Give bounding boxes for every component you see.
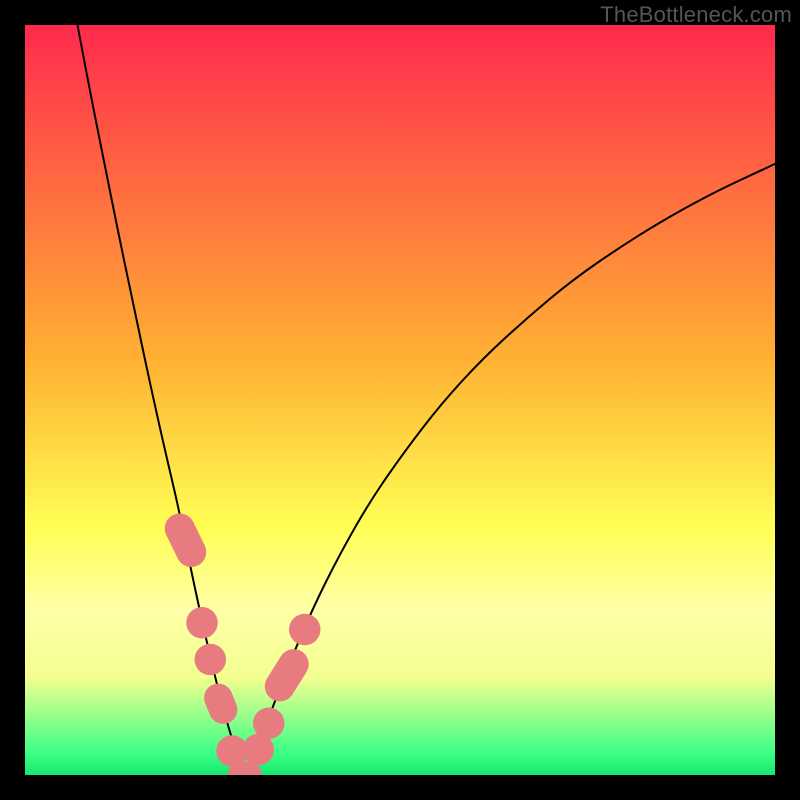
marker-dot bbox=[186, 607, 218, 639]
bottleneck-chart bbox=[25, 25, 775, 775]
marker-dot bbox=[195, 644, 227, 676]
marker-dot bbox=[253, 708, 285, 740]
gradient-background bbox=[25, 25, 775, 775]
marker-dot bbox=[289, 614, 321, 646]
chart-frame: TheBottleneck.com bbox=[0, 0, 800, 800]
